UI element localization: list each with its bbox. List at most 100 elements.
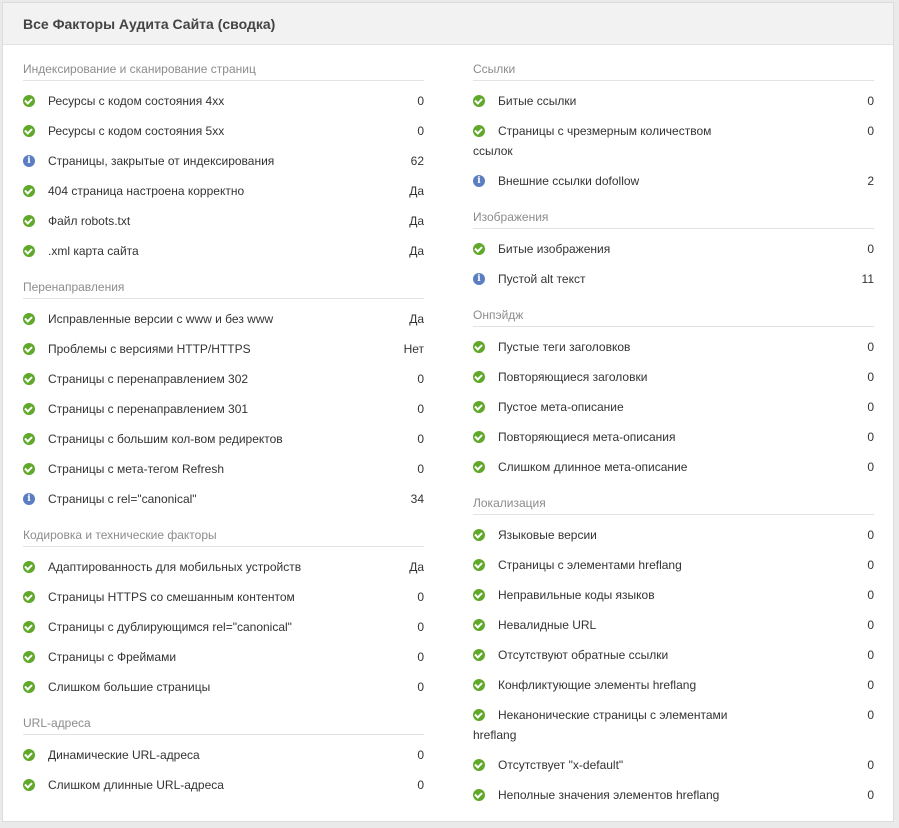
factor-label: Ресурсы с кодом состояния 5xx <box>48 124 225 138</box>
section-title: Локализация <box>473 487 874 515</box>
check-circle-icon <box>473 759 485 771</box>
check-circle-icon <box>23 561 35 573</box>
audit-factor-row[interactable]: Ресурсы с кодом состояния 5xx 0 <box>23 121 424 151</box>
factor-label: Отсутствует "x-default" <box>498 758 624 772</box>
factor-value: 11 <box>861 272 874 286</box>
factor-value: Да <box>409 184 424 198</box>
factor-value: 0 <box>417 124 424 138</box>
audit-factor-row[interactable]: Языковые версии 0 <box>473 525 874 555</box>
factor-text: Страницы с Фреймами <box>23 647 384 667</box>
factor-text: Проблемы с версиями HTTP/HTTPS <box>23 339 384 359</box>
factor-label: Битые ссылки <box>498 94 577 108</box>
factor-text: Невалидные URL <box>473 615 834 635</box>
audit-factor-row[interactable]: Страницы с большим кол-вом редиректов 0 <box>23 429 424 459</box>
factor-text: Слишком длинное мета-описание <box>473 457 834 477</box>
check-circle-icon <box>473 431 485 443</box>
audit-factor-row[interactable]: Страницы с элементами hreflang 0 <box>473 555 874 585</box>
check-circle-icon <box>473 371 485 383</box>
factor-label: Невалидные URL <box>498 618 597 632</box>
audit-factor-row[interactable]: Слишком большие страницы 0 <box>23 677 424 707</box>
audit-factor-row[interactable]: Неполные значения элементов hreflang 0 <box>473 785 874 815</box>
audit-factor-row[interactable]: .xml карта сайта Да <box>23 241 424 271</box>
check-circle-icon <box>23 343 35 355</box>
audit-factor-row[interactable]: Пустой alt текст 11 <box>473 269 874 299</box>
audit-factor-row[interactable]: Повторяющиеся заголовки 0 <box>473 367 874 397</box>
factor-value: Да <box>409 244 424 258</box>
check-circle-icon <box>473 589 485 601</box>
check-circle-icon <box>473 529 485 541</box>
check-circle-icon <box>473 461 485 473</box>
audit-factor-row[interactable]: Страницы с чрезмерным количеством ссылок 0 <box>473 121 874 171</box>
factor-label: Пустое мета-описание <box>498 400 624 414</box>
audit-factor-row[interactable]: Пустые теги заголовков 0 <box>473 337 874 367</box>
audit-factor-row[interactable]: Страницы с Фреймами 0 <box>23 647 424 677</box>
factor-value: 0 <box>417 748 424 762</box>
factor-text: Пустое мета-описание <box>473 397 834 417</box>
factor-label: Пустой alt текст <box>498 272 586 286</box>
audit-factor-row[interactable]: Страницы с rel="canonical" 34 <box>23 489 424 519</box>
audit-factor-row[interactable]: Внешние ссылки dofollow 2 <box>473 171 874 201</box>
audit-factor-row[interactable]: Ресурсы с кодом состояния 4xx 0 <box>23 91 424 121</box>
audit-factor-row[interactable]: Отсутствуют обратные ссылки 0 <box>473 645 874 675</box>
factor-text: Адаптированность для мобильных устройств <box>23 557 384 577</box>
section-title: Ссылки <box>473 53 874 81</box>
factor-text: Внешние ссылки dofollow <box>473 171 834 191</box>
factor-value: Нет <box>403 342 424 356</box>
factor-label-continued: ссылок <box>473 144 513 158</box>
audit-factor-row[interactable]: Битые изображения 0 <box>473 239 874 269</box>
audit-factor-row[interactable]: Неканонические страницы с элементами href… <box>473 705 874 755</box>
audit-factor-row[interactable]: Страницы с дублирующимся rel="canonical"… <box>23 617 424 647</box>
audit-factor-row[interactable]: Неправильные коды языков 0 <box>473 585 874 615</box>
factor-label: Отсутствуют обратные ссылки <box>498 648 669 662</box>
audit-factor-row[interactable]: Битые ссылки 0 <box>473 91 874 121</box>
audit-factor-row[interactable]: Страницы с перенаправлением 301 0 <box>23 399 424 429</box>
factor-text: Неканонические страницы с элементами href… <box>473 705 834 745</box>
audit-factor-row[interactable]: Адаптированность для мобильных устройств… <box>23 557 424 587</box>
check-circle-icon <box>473 125 485 137</box>
audit-factor-row[interactable]: Слишком длинное мета-описание 0 <box>473 457 874 487</box>
audit-factor-row[interactable]: Страницы с перенаправлением 302 0 <box>23 369 424 399</box>
check-circle-icon <box>473 619 485 631</box>
factor-text: Ресурсы с кодом состояния 5xx <box>23 121 384 141</box>
info-circle-icon <box>473 269 485 289</box>
audit-factor-row[interactable]: Пустое мета-описание 0 <box>473 397 874 427</box>
audit-factor-row[interactable]: Невалидные URL 0 <box>473 615 874 645</box>
factor-text: Конфликтующие элементы hreflang <box>473 675 834 695</box>
factor-value: 0 <box>417 432 424 446</box>
factor-label: Страницы с мета-тегом Refresh <box>48 462 224 476</box>
factor-value: 0 <box>417 778 424 792</box>
audit-factor-row[interactable]: Конфликтующие элементы hreflang 0 <box>473 675 874 705</box>
factor-label: Внешние ссылки dofollow <box>498 174 640 188</box>
factor-value: Да <box>409 560 424 574</box>
audit-factor-row[interactable]: Страницы, закрытые от индексирования 62 <box>23 151 424 181</box>
audit-factor-row[interactable]: 404 страница настроена корректно Да <box>23 181 424 211</box>
factor-label: Динамические URL-адреса <box>48 748 200 762</box>
panel-header: Все Факторы Аудита Сайта (сводка) <box>3 3 893 45</box>
factor-value: 0 <box>867 758 874 772</box>
audit-factor-row[interactable]: Страницы с мета-тегом Refresh 0 <box>23 459 424 489</box>
factor-label: Слишком длинное мета-описание <box>498 460 688 474</box>
check-circle-icon <box>23 403 35 415</box>
factor-label: Страницы с элементами hreflang <box>498 558 682 572</box>
audit-factor-row[interactable]: Динамические URL-адреса 0 <box>23 745 424 775</box>
factor-label: Исправленные версии с www и без www <box>48 312 274 326</box>
audit-factor-row[interactable]: Слишком длинные URL-адреса 0 <box>23 775 424 805</box>
audit-factor-row[interactable]: Исправленные версии с www и без www Да <box>23 309 424 339</box>
audit-factor-row[interactable]: Отсутствует "x-default" 0 <box>473 755 874 785</box>
factor-value: 0 <box>867 558 874 572</box>
audit-factor-row[interactable]: Повторяющиеся мета-описания 0 <box>473 427 874 457</box>
factor-value: 0 <box>867 430 874 444</box>
factor-label: Страницы с большим кол-вом редиректов <box>48 432 283 446</box>
factor-text: Страницы HTTPS со смешанным контентом <box>23 587 384 607</box>
factor-label: Повторяющиеся мета-описания <box>498 430 676 444</box>
check-circle-icon <box>473 341 485 353</box>
check-circle-icon <box>23 245 35 257</box>
factor-text: Слишком длинные URL-адреса <box>23 775 384 795</box>
audit-factor-row[interactable]: Файл robots.txt Да <box>23 211 424 241</box>
factor-text: Повторяющиеся заголовки <box>473 367 834 387</box>
factor-label: Проблемы с версиями HTTP/HTTPS <box>48 342 251 356</box>
audit-factor-row[interactable]: Страницы HTTPS со смешанным контентом 0 <box>23 587 424 617</box>
audit-factor-row[interactable]: Проблемы с версиями HTTP/HTTPS Нет <box>23 339 424 369</box>
factor-value: 0 <box>867 618 874 632</box>
factor-text: Битые ссылки <box>473 91 834 111</box>
